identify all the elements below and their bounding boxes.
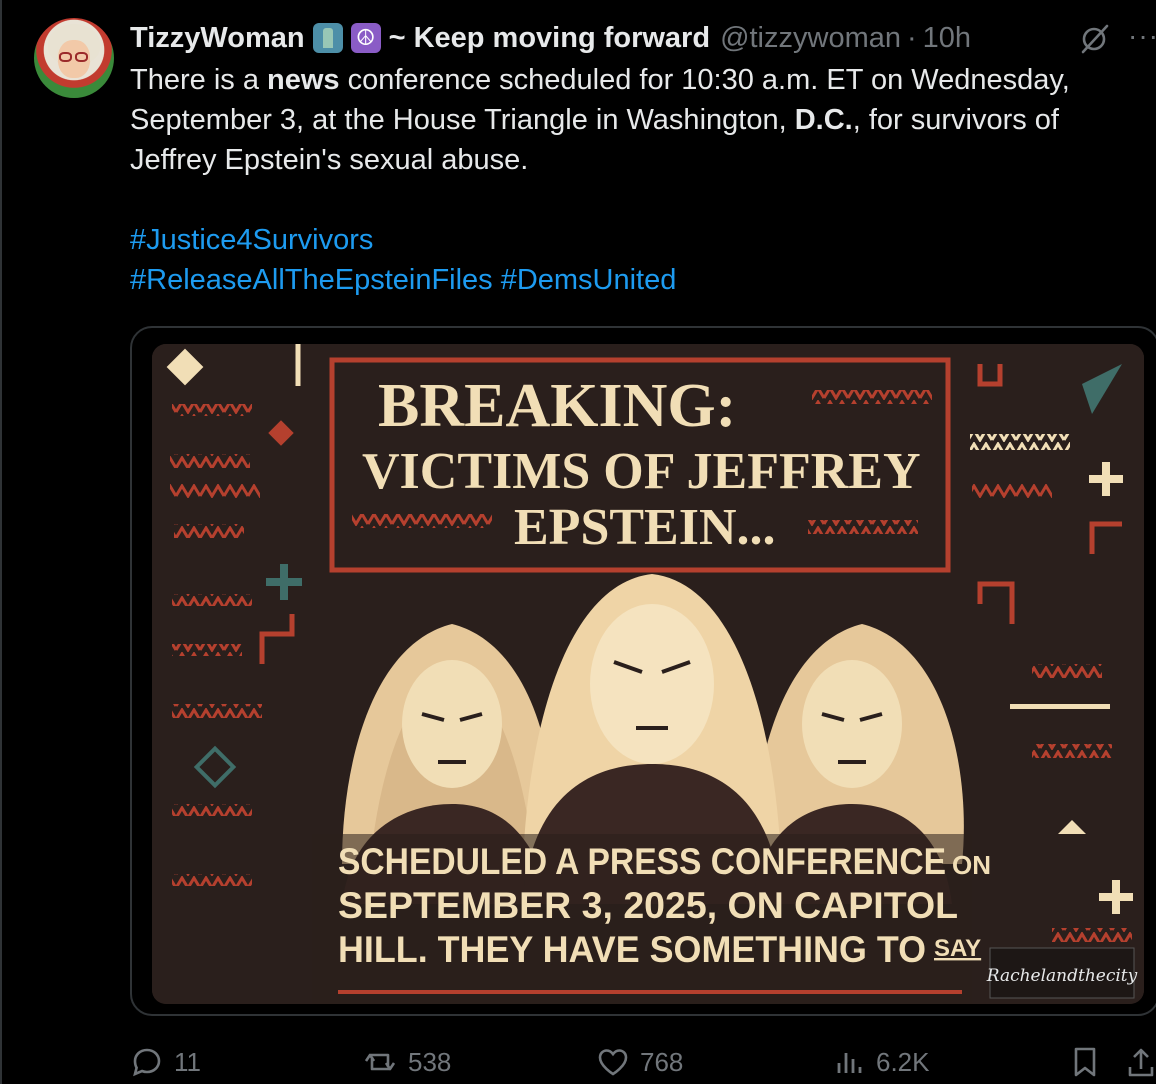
separator-dot: · — [907, 21, 917, 54]
avatar[interactable] — [34, 18, 114, 98]
tweet-text: There is a news conference scheduled for… — [130, 60, 1140, 180]
tweet-timestamp[interactable]: 10h — [923, 22, 971, 55]
tweet-text-bold: D.C. — [794, 104, 853, 136]
hashtag-list: #Justice4Survivors #ReleaseAllTheEpstein… — [130, 220, 1140, 300]
hashtag-link[interactable]: #Justice4Survivors — [130, 224, 373, 256]
author-tagline[interactable]: ~ Keep moving forward — [389, 22, 710, 55]
poster-body-line-3: HILL. THEY HAVE SOMETHING TO — [338, 929, 926, 970]
share-icon — [1128, 1048, 1154, 1077]
hashtag-link[interactable]: #DemsUnited — [501, 264, 677, 296]
tweet-actions: 11 538 768 6.2K — [130, 1040, 1156, 1084]
bookmark-icon — [1074, 1047, 1096, 1077]
like-count: 768 — [640, 1046, 684, 1077]
poster-headline-1: BREAKING: — [378, 372, 736, 440]
views-count: 6.2K — [876, 1046, 930, 1077]
reply-icon — [133, 1048, 161, 1077]
peace-icon: ☮ — [350, 23, 381, 53]
author-handle[interactable]: @tizzywoman — [720, 22, 901, 55]
poster-headline-2: VICTIMS OF JEFFREY — [362, 443, 921, 500]
grok-icon[interactable] — [1077, 22, 1111, 56]
hashtag-link[interactable]: #ReleaseAllTheEpsteinFiles — [130, 264, 493, 296]
tweet-text-part: There is a — [130, 64, 267, 96]
poster-body-line-3-suffix: SAY — [934, 935, 981, 962]
tweet-media[interactable]: BREAKING: VICTIMS OF JEFFREY EPSTEIN... … — [130, 326, 1156, 1016]
poster-artwork: BREAKING: VICTIMS OF JEFFREY EPSTEIN... … — [152, 344, 1144, 1004]
poster-body-line-2: SEPTEMBER 3, 2025, ON CAPITOL — [338, 885, 958, 926]
share-button[interactable] — [1126, 1040, 1156, 1084]
views-button[interactable]: 6.2K — [834, 1040, 930, 1084]
poster-body-line-1-suffix: ON — [952, 850, 991, 880]
timeline-divider — [0, 0, 2, 1084]
poster-signature: Rachelandthecity — [986, 966, 1138, 986]
reply-count: 11 — [174, 1046, 201, 1077]
bookmark-button[interactable] — [1070, 1040, 1100, 1084]
poster-image[interactable]: BREAKING: VICTIMS OF JEFFREY EPSTEIN... … — [152, 344, 1144, 1004]
repost-icon — [364, 1053, 396, 1071]
poster-body-line-1: SCHEDULED A PRESS CONFERENCE — [338, 841, 946, 882]
author-name[interactable]: TizzyWoman — [130, 22, 305, 55]
tweet-header: TizzyWoman ☮ ~ Keep moving forward @tizz… — [130, 20, 971, 56]
poster-headline-3: EPSTEIN... — [514, 499, 776, 556]
statue-of-liberty-icon — [312, 23, 343, 53]
like-icon — [598, 1049, 628, 1076]
repost-button[interactable]: 538 — [362, 1040, 451, 1084]
repost-count: 538 — [408, 1046, 452, 1077]
like-button[interactable]: 768 — [596, 1040, 683, 1084]
tweet-text-bold: news — [267, 64, 340, 96]
more-icon[interactable]: ··· — [1128, 20, 1156, 54]
reply-button[interactable]: 11 — [130, 1040, 201, 1084]
views-icon — [837, 1053, 862, 1073]
